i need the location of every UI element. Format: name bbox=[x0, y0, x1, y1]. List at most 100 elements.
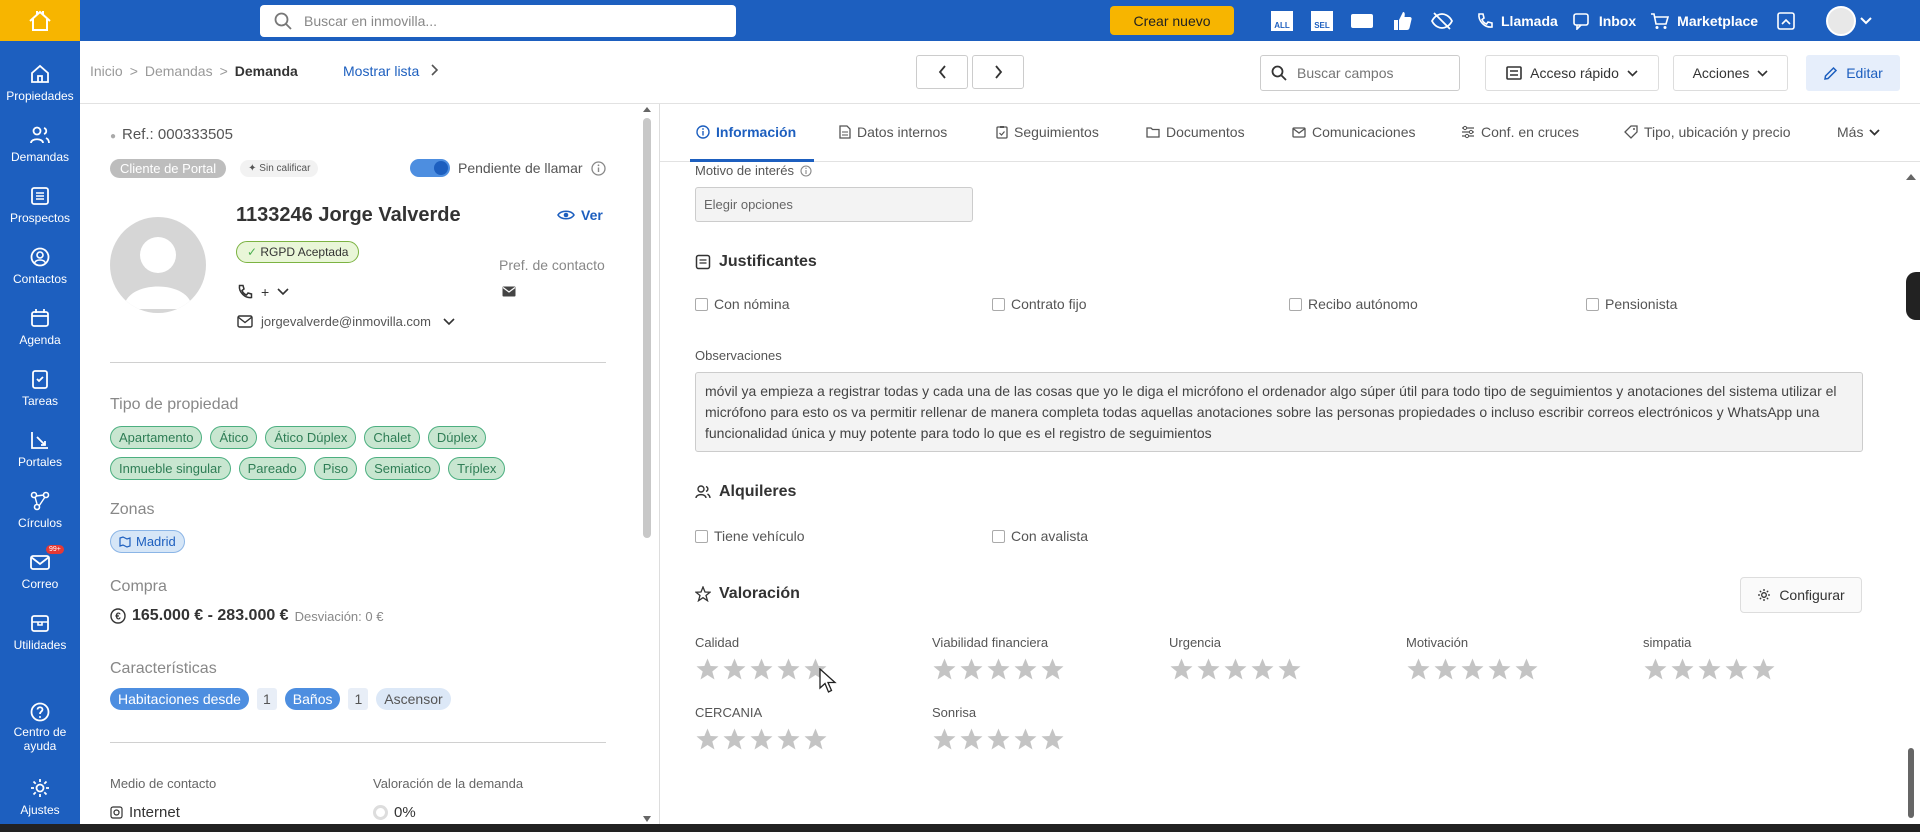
checkbox-box[interactable] bbox=[992, 297, 1005, 311]
checkbox-con-nomina[interactable]: Con nómina bbox=[695, 296, 790, 312]
sidebar-item-utilidades[interactable]: Utilidades bbox=[0, 602, 80, 662]
star-icon[interactable] bbox=[695, 727, 720, 752]
star-icon[interactable] bbox=[1277, 657, 1302, 682]
sidebar-item-demandas[interactable]: Demandas bbox=[0, 114, 80, 174]
sidebar-item-portales[interactable]: Portales bbox=[0, 419, 80, 479]
stars-viabilidad[interactable] bbox=[932, 657, 1065, 682]
star-icon[interactable] bbox=[986, 727, 1011, 752]
stars-urgencia[interactable] bbox=[1169, 657, 1302, 682]
chevron-down-icon[interactable] bbox=[277, 288, 289, 296]
tab-documentos[interactable]: Documentos bbox=[1146, 124, 1245, 140]
next-button[interactable] bbox=[972, 55, 1024, 89]
star-icon[interactable] bbox=[776, 657, 801, 682]
observations-textarea[interactable]: móvil ya empieza a registrar todas y cad… bbox=[695, 372, 1863, 452]
star-icon[interactable] bbox=[1460, 657, 1485, 682]
sync-icon[interactable] bbox=[1766, 0, 1806, 41]
star-icon[interactable] bbox=[722, 727, 747, 752]
marketplace-link[interactable]: Marketplace bbox=[1650, 12, 1758, 30]
stars-simpatia[interactable] bbox=[1643, 657, 1776, 682]
sidebar-item-agenda[interactable]: Agenda bbox=[0, 297, 80, 357]
star-icon[interactable] bbox=[1223, 657, 1248, 682]
call-link[interactable]: Llamada bbox=[1476, 12, 1558, 30]
star-icon[interactable] bbox=[986, 657, 1011, 682]
sidebar-item-tareas[interactable]: Tareas bbox=[0, 358, 80, 418]
left-scrollbar[interactable] bbox=[641, 104, 653, 828]
contact-email[interactable]: jorgevalverde@inmovilla.com bbox=[261, 314, 431, 329]
star-icon[interactable] bbox=[932, 727, 957, 752]
thumbs-up-icon[interactable] bbox=[1382, 0, 1422, 41]
checkbox-con-avalista[interactable]: Con avalista bbox=[992, 528, 1088, 544]
stars-cercania[interactable] bbox=[695, 727, 828, 752]
checkbox-box[interactable] bbox=[695, 529, 708, 543]
star-icon[interactable] bbox=[1040, 727, 1065, 752]
checkbox-contrato-fijo[interactable]: Contrato fijo bbox=[992, 296, 1086, 312]
star-icon[interactable] bbox=[1487, 657, 1512, 682]
star-icon[interactable] bbox=[959, 657, 984, 682]
global-search-input[interactable] bbox=[304, 13, 704, 29]
sidebar-item-propiedades[interactable]: Propiedades bbox=[0, 53, 80, 113]
phone-plus[interactable]: + bbox=[261, 284, 269, 300]
star-icon[interactable] bbox=[1724, 657, 1749, 682]
stars-motivacion[interactable] bbox=[1406, 657, 1539, 682]
inbox-link[interactable]: Inbox bbox=[1572, 12, 1636, 30]
chevron-down-icon[interactable] bbox=[443, 317, 455, 326]
star-icon[interactable] bbox=[1406, 657, 1431, 682]
star-icon[interactable] bbox=[749, 727, 774, 752]
pending-call-toggle[interactable] bbox=[410, 159, 450, 177]
checkbox-recibo-autonomo[interactable]: Recibo autónomo bbox=[1289, 296, 1418, 312]
configure-button[interactable]: Configurar bbox=[1740, 577, 1862, 613]
show-list-link[interactable]: Mostrar lista bbox=[343, 63, 439, 79]
actions-button[interactable]: Acciones bbox=[1673, 55, 1788, 91]
star-icon[interactable] bbox=[1013, 727, 1038, 752]
star-icon[interactable] bbox=[749, 657, 774, 682]
right-scrollbar[interactable] bbox=[1904, 165, 1918, 820]
tab-mas[interactable]: Más bbox=[1837, 124, 1881, 140]
star-icon[interactable] bbox=[1433, 657, 1458, 682]
star-icon[interactable] bbox=[1697, 657, 1722, 682]
app-logo[interactable] bbox=[0, 0, 80, 41]
sel-icon[interactable]: SEL bbox=[1302, 0, 1342, 41]
star-icon[interactable] bbox=[1643, 657, 1668, 682]
star-icon[interactable] bbox=[695, 657, 720, 682]
checkbox-pensionista[interactable]: Pensionista bbox=[1586, 296, 1677, 312]
stars-calidad[interactable] bbox=[695, 657, 828, 682]
star-icon[interactable] bbox=[1751, 657, 1776, 682]
search-fields[interactable] bbox=[1260, 55, 1460, 91]
edit-button[interactable]: Editar bbox=[1806, 55, 1900, 91]
info-icon[interactable] bbox=[800, 164, 812, 177]
checkbox-box[interactable] bbox=[1586, 297, 1599, 311]
prev-button[interactable] bbox=[916, 55, 968, 89]
global-search[interactable] bbox=[260, 5, 736, 37]
star-icon[interactable] bbox=[1013, 657, 1038, 682]
star-icon[interactable] bbox=[1169, 657, 1194, 682]
star-icon[interactable] bbox=[1250, 657, 1275, 682]
card-icon[interactable] bbox=[1342, 0, 1382, 41]
user-avatar[interactable] bbox=[1826, 5, 1857, 36]
checkbox-box[interactable] bbox=[695, 297, 708, 311]
tab-seguimientos[interactable]: Seguimientos bbox=[996, 124, 1099, 140]
breadcrumb-demandas[interactable]: Demandas bbox=[145, 63, 213, 79]
checkbox-box[interactable] bbox=[992, 529, 1005, 543]
eye-off-icon[interactable] bbox=[1422, 0, 1462, 41]
star-icon[interactable] bbox=[776, 727, 801, 752]
tab-conf-cruces[interactable]: Conf. en cruces bbox=[1461, 124, 1579, 140]
checkbox-tiene-vehiculo[interactable]: Tiene vehículo bbox=[695, 528, 805, 544]
sidebar-item-circulos[interactable]: Círculos bbox=[0, 480, 80, 540]
star-icon[interactable] bbox=[932, 657, 957, 682]
side-widget-tab[interactable] bbox=[1906, 272, 1920, 320]
star-icon[interactable] bbox=[1196, 657, 1221, 682]
breadcrumb-inicio[interactable]: Inicio bbox=[90, 63, 123, 79]
star-icon[interactable] bbox=[722, 657, 747, 682]
sidebar-item-help[interactable]: Centro de ayuda bbox=[0, 691, 80, 763]
chevron-down-icon[interactable] bbox=[1860, 16, 1872, 25]
info-icon[interactable] bbox=[590, 160, 606, 176]
sidebar-item-prospectos[interactable]: Prospectos bbox=[0, 175, 80, 235]
star-icon[interactable] bbox=[959, 727, 984, 752]
tab-informacion[interactable]: Información bbox=[696, 124, 796, 140]
view-link[interactable]: Ver bbox=[557, 207, 603, 223]
sidebar-item-correo[interactable]: 99+ Correo bbox=[0, 541, 80, 601]
star-icon[interactable] bbox=[1670, 657, 1695, 682]
search-fields-input[interactable] bbox=[1297, 65, 1447, 81]
tab-datos-internos[interactable]: Datos internos bbox=[839, 124, 947, 140]
create-new-button[interactable]: Crear nuevo bbox=[1110, 6, 1234, 35]
